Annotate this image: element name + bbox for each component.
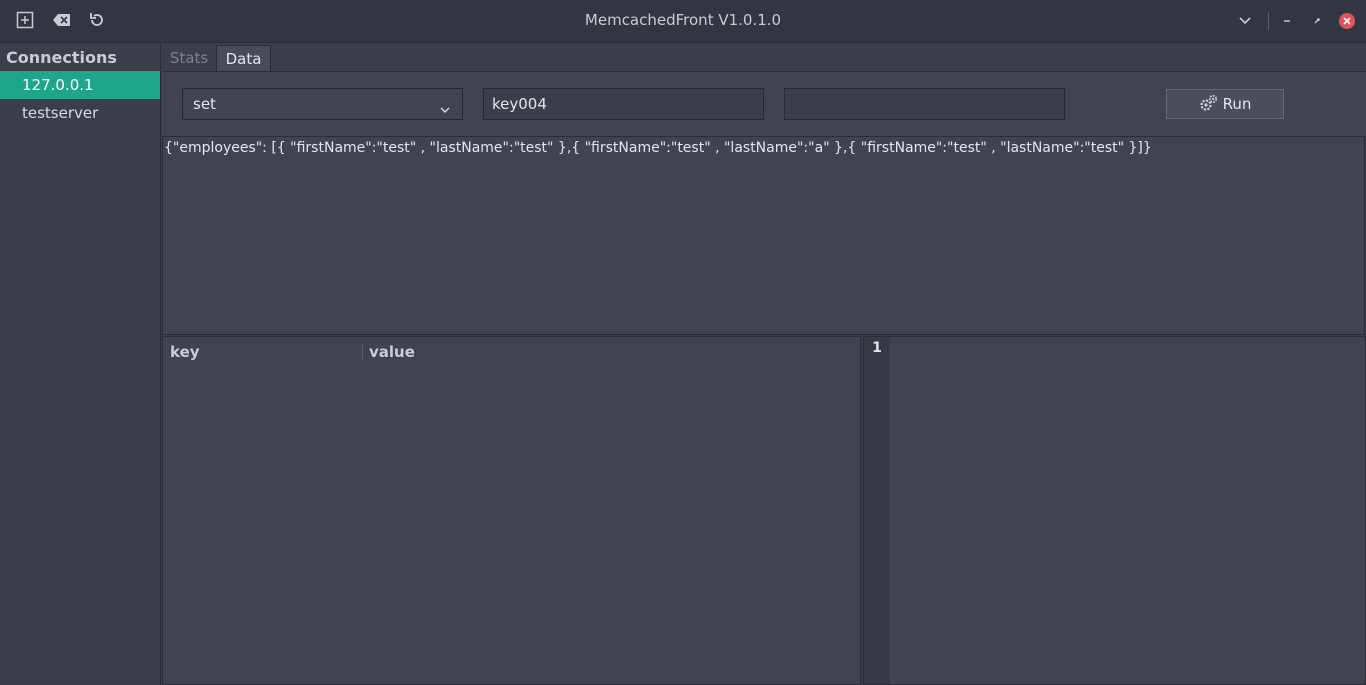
key-input[interactable]: key004 (483, 88, 764, 120)
operation-select[interactable]: set (182, 88, 463, 120)
chevron-down-icon[interactable] (1236, 12, 1254, 30)
run-button[interactable]: Run (1166, 89, 1284, 119)
column-header-value[interactable]: value (369, 343, 415, 361)
tab-stats[interactable]: Stats (162, 45, 216, 71)
minimize-icon[interactable] (1278, 12, 1296, 30)
maximize-icon[interactable] (1308, 12, 1326, 30)
tab-data[interactable]: Data (216, 45, 271, 71)
extra-input[interactable] (784, 88, 1065, 120)
operation-value: set (193, 95, 216, 113)
run-label: Run (1222, 95, 1252, 113)
column-header-key[interactable]: key (170, 343, 200, 361)
connection-item-testserver[interactable]: testserver (0, 99, 160, 127)
results-table: key value (162, 336, 861, 685)
connections-sidebar: Connections 127.0.0.1 testserver (0, 43, 161, 685)
title-bar: MemcachedFront V1.0.1.0 (0, 0, 1366, 43)
window-title: MemcachedFront V1.0.1.0 (584, 11, 782, 29)
column-separator[interactable] (362, 345, 363, 361)
value-editor[interactable]: {"employees": [{ "firstName":"test" , "l… (162, 136, 1365, 335)
line-number-gutter: 1 (864, 337, 890, 684)
code-view[interactable]: 1 (863, 336, 1366, 685)
connection-label: 127.0.0.1 (22, 76, 94, 94)
close-icon[interactable] (1339, 13, 1355, 29)
chevron-down-icon (438, 97, 452, 114)
gears-icon (1200, 94, 1217, 111)
line-number: 1 (872, 340, 882, 356)
connections-header: Connections (6, 48, 117, 67)
title-separator (1268, 12, 1269, 30)
connection-item-127-0-0-1[interactable]: 127.0.0.1 (0, 71, 160, 99)
connection-label: testserver (22, 104, 99, 122)
